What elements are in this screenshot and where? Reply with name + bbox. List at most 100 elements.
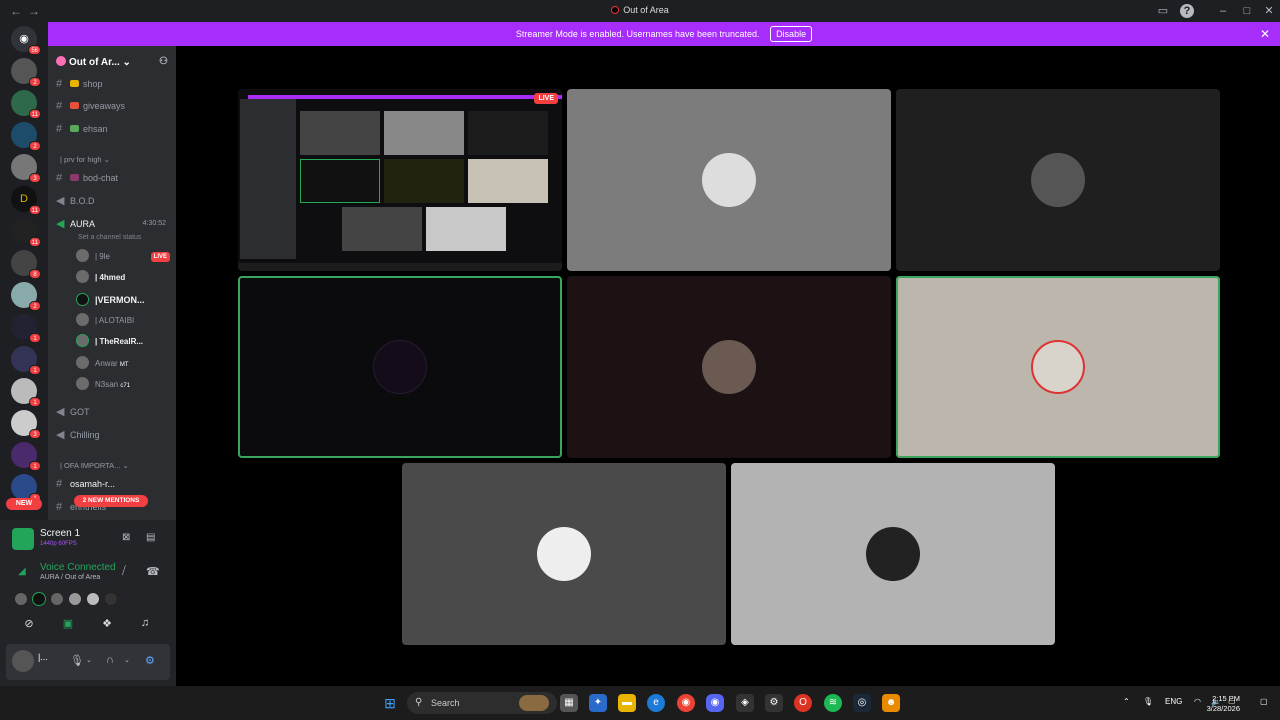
server-icon[interactable]: 2 [11,122,41,151]
server-icon[interactable]: 1 [11,474,41,503]
add-member-icon[interactable]: ⚇ [159,56,168,67]
server-icon[interactable]: 11 [11,218,41,247]
hash-icon: # [56,123,63,135]
server-badge: 3 [29,173,41,183]
soundboard-icon[interactable]: ♫ [134,617,156,633]
notification-icon[interactable]: ▢ [1260,697,1268,706]
channel-bod[interactable]: ◀ B.O.D [56,193,172,209]
stream-tile[interactable]: LIVE [238,89,562,271]
headphones-icon[interactable]: ∩ [106,654,114,666]
stream-settings-icon[interactable]: ▤ [146,532,155,543]
server-icon[interactable]: 1 [11,378,41,407]
chrome-icon[interactable]: ◉ [677,694,695,712]
category-prv[interactable]: | prv for high ⌄+ [60,155,206,164]
maximize-icon[interactable]: □ [1240,4,1254,18]
user-avatar[interactable] [12,650,34,672]
participant-tile[interactable] [238,276,562,458]
channel-chilling[interactable]: ◀ Chilling [56,427,172,443]
participant-avatar[interactable] [68,592,82,606]
server-icon[interactable]: 3 [11,154,41,183]
chevron-down-icon[interactable]: ⌄ [86,656,92,664]
participant-tile[interactable] [896,89,1220,271]
inbox-icon[interactable]: ▭ [1156,4,1170,18]
voice-user[interactable]: N3san c71 [76,376,176,394]
discord-taskbar-icon[interactable]: ◉ [706,694,724,712]
windows-start-icon[interactable]: ⊞ [381,694,399,712]
participant-tile[interactable] [402,463,726,645]
participant-tile[interactable] [731,463,1055,645]
server-icon[interactable]: 8 [11,250,41,279]
minimize-icon[interactable]: – [1216,4,1230,18]
noise-suppression-icon[interactable]: ⧸ [122,565,126,578]
participant-avatar[interactable] [50,592,64,606]
chevron-down-icon[interactable]: ⌄ [124,656,130,664]
server-icon[interactable]: D 11 [11,186,41,215]
participant-avatar[interactable] [86,592,100,606]
server-icon[interactable]: 2 [11,58,41,87]
server-icon[interactable]: 2 [11,282,41,311]
voice-user[interactable]: Anwar MT [76,355,176,373]
screenshare-icon[interactable]: ▣ [57,617,79,633]
server-icon[interactable]: 1 [11,346,41,375]
participant-avatar[interactable] [32,592,46,606]
edge-icon[interactable]: e [647,694,665,712]
server-icon[interactable]: 3 [11,410,41,439]
close-window-icon[interactable]: ✕ [1262,4,1276,18]
guild-name: Out of Ar... [69,57,120,68]
channel-shop[interactable]: # shop [56,76,172,92]
taskbar-search[interactable]: ⚲ Search [407,692,557,714]
help-icon[interactable]: ? [1180,4,1194,18]
server-icon[interactable]: 1 [11,314,41,343]
category-ofa[interactable]: | OFA IMPORTA... ⌄+ [60,461,225,470]
guild-header[interactable]: Out of Ar... ⌄ ⚇ [48,46,176,78]
participant-tile[interactable] [567,276,891,458]
language-indicator[interactable]: ENG [1165,697,1182,706]
camera-off-icon[interactable]: ⊘ [18,617,40,633]
participant-avatar[interactable] [104,592,118,606]
channel-got[interactable]: ◀ GOT [56,404,172,420]
new-pill[interactable]: NEW [6,498,42,510]
disconnect-icon[interactable]: ☎ [146,565,160,578]
channel-osamah[interactable]: # osamah-r... [56,476,172,492]
tray-chevron-icon[interactable]: ⌃ [1123,697,1130,706]
disable-streamer-button[interactable]: Disable [770,26,813,42]
opera-icon[interactable]: O [794,694,812,712]
voice-connection-title[interactable]: Voice Connected [40,562,116,573]
microphone-icon[interactable]: 🎙 [70,654,84,667]
steam-icon[interactable]: ◎ [853,694,871,712]
channel-giveaways[interactable]: # giveaways [56,98,172,114]
gear-icon[interactable]: ⚙ [145,654,155,667]
user-name[interactable]: |... [38,652,48,662]
spotify-icon[interactable]: ≋ [824,694,842,712]
voice-user[interactable]: |VERMON... [76,291,176,309]
clock[interactable]: 2:15 PM 3/28/2026 [1207,694,1240,714]
server-icon[interactable]: 11 [11,90,41,119]
app-icon[interactable]: ⚙ [765,694,783,712]
stop-stream-icon[interactable]: ⊠ [122,532,130,543]
home-button[interactable]: ◉ 56 [11,26,41,55]
voice-user[interactable]: | TheRealR... [76,333,176,351]
file-explorer-icon[interactable]: ▬ [618,694,636,712]
voice-user-name: Anwar [95,359,118,368]
voice-user[interactable]: | 4hmed [76,269,176,287]
app-icon[interactable]: ☻ [882,694,900,712]
tray-mic-icon[interactable]: 🎙 [1143,697,1153,706]
participant-avatar[interactable] [14,592,28,606]
voice-connection-channel[interactable]: AURA / Out of Area [40,574,100,581]
close-banner-icon[interactable]: ✕ [1260,22,1270,46]
screen-preview[interactable] [12,528,34,550]
server-icon[interactable]: 1 [11,442,41,471]
activities-icon[interactable]: ❖ [96,617,118,633]
voice-user[interactable]: | ALOTAIBI [76,312,176,330]
streamer-mode-banner: Streamer Mode is enabled. Usernames have… [48,22,1280,46]
store-icon[interactable]: ▦ [560,694,578,712]
new-mentions-pill[interactable]: 2 NEW MENTIONS [74,495,148,507]
channel-ehsan[interactable]: # ehsan [56,121,172,137]
participant-tile[interactable] [567,89,891,271]
channel-bod-chat[interactable]: # bod-chat [56,170,172,186]
participant-tile[interactable] [896,276,1220,458]
voice-user[interactable]: | 9le LIVE [76,248,176,266]
wifi-icon[interactable]: ◠ [1194,697,1201,706]
copilot-icon[interactable]: ✦ [589,694,607,712]
app-icon[interactable]: ◈ [736,694,754,712]
